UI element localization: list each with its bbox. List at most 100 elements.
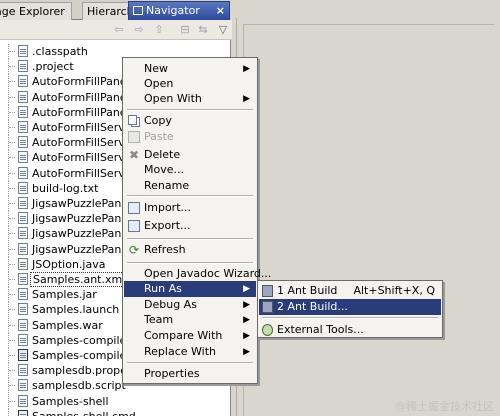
refresh-icon: ⟳ [128,243,140,257]
tree-item-label: Samples.launch [32,303,120,317]
menu-item-label: Replace With [144,345,216,358]
menu-item-label: Refresh [144,243,186,256]
tree-connector [9,370,15,372]
menu-item-refresh[interactable]: ⟳ Refresh [124,242,256,258]
menu-item-label: Export... [144,219,191,232]
java-file-icon [18,257,28,270]
menu-separator [127,262,253,264]
submenu-arrow-icon: ▶ [243,331,250,341]
menu-item-label: Open [144,77,174,90]
menu-item-paste[interactable]: Paste [124,129,256,145]
tree-item-label: samplesdb.script [32,379,126,393]
cmd-file-icon [18,409,28,416]
file-icon [18,333,28,346]
ant-icon [262,301,273,313]
menu-item-label: Copy [144,114,172,127]
submenu-item-label: 2 Ant Build... [277,300,348,313]
view-toolbar: ⇦ ⇨ ⇧ ⊟ ⇆ ▽ [0,20,232,40]
file-icon [18,212,28,225]
editor-frame [243,24,494,416]
paste-icon [128,131,140,143]
file-icon [18,60,28,73]
menu-item-open[interactable]: Open [124,76,256,92]
tree-connector [9,218,15,220]
file-icon [18,379,28,392]
tab-package-explorer-label: age Explorer [0,5,65,18]
up-icon[interactable]: ⇧ [152,23,166,37]
file-icon [18,303,28,316]
forward-icon[interactable]: ⇨ [132,23,146,37]
menu-item-export[interactable]: Export... [124,218,256,234]
menu-item-properties[interactable]: Properties [124,366,256,382]
file-icon [18,227,28,240]
file-icon [18,166,28,179]
tree-item[interactable]: Samples-shell.cmd [8,408,230,416]
file-icon [18,151,28,164]
menu-item-open-with[interactable]: Open With ▶ [124,91,256,107]
submenu-item-external-tools[interactable]: External Tools... [259,322,441,338]
submenu-item-label: External Tools... [277,323,364,336]
menu-item-delete[interactable]: ✖ Delete [124,147,256,163]
ant-icon [262,285,273,297]
submenu-item-label: 1 Ant Build [277,284,338,297]
menu-item-label: Rename [144,179,190,192]
tree-connector [9,66,15,68]
menu-item-new[interactable]: New ▶ [124,61,256,77]
tree-connector [9,233,15,235]
file-icon [18,394,28,407]
menu-item-compare-with[interactable]: Compare With ▶ [124,328,256,344]
menu-item-label: Move... [144,163,184,176]
tree-connector [9,127,15,128]
tree-connector [9,187,15,189]
submenu-item-2-ant-build[interactable]: 2 Ant Build... [259,299,441,315]
navigator-icon [133,6,143,15]
tree-item[interactable]: Samples-shell [8,393,230,409]
tab-hierarchy[interactable]: Hierarchy [82,2,129,20]
submenu-arrow-icon: ▶ [243,94,250,104]
view-menu-icon[interactable]: ▽ [216,23,230,37]
cmd-file-icon [18,349,28,361]
menu-item-label: New [144,62,168,75]
link-editor-icon[interactable]: ⇆ [196,23,210,37]
close-icon[interactable]: × [216,2,225,19]
submenu-item-1-ant-build[interactable]: 1 Ant Build Alt+Shift+X, Q [259,283,441,299]
back-icon[interactable]: ⇦ [112,23,126,37]
tab-navigator[interactable]: Navigator × [128,1,230,20]
tree-connector [9,324,15,326]
delete-icon: ✖ [128,148,140,162]
tree-item-label: Samples.ant.xml [30,272,129,287]
menu-item-label: Team [144,313,174,326]
menu-item-rename[interactable]: Rename [124,178,256,194]
tab-package-explorer[interactable]: age Explorer [0,2,72,20]
menu-item-replace-with[interactable]: Replace With ▶ [124,344,256,360]
collapse-all-icon[interactable]: ⊟ [178,23,192,37]
menu-item-copy[interactable]: Copy [124,113,256,129]
menu-item-label: Import... [144,201,191,214]
file-icon [18,90,28,103]
export-icon [128,220,140,232]
menu-item-label: Delete [144,148,181,161]
file-icon [18,121,28,133]
file-icon [18,45,28,57]
watermark: @稀土掘金技术社区 [395,400,494,413]
menu-item-run-as[interactable]: Run As ▶ [124,281,256,297]
menu-item-label: Properties [144,367,200,380]
file-icon [18,75,28,88]
tree-item-label: .classpath [32,45,88,58]
menu-item-move[interactable]: Move... [124,162,256,178]
submenu-arrow-icon: ▶ [243,315,250,325]
run-as-submenu: 1 Ant Build Alt+Shift+X, Q 2 Ant Build... E… [257,280,443,338]
menu-item-debug-as[interactable]: Debug As ▶ [124,297,256,313]
menu-item-open-javadoc-wizard[interactable]: Open Javadoc Wizard... [124,266,271,282]
menu-separator [127,238,253,240]
tree-item-label: Samples-shell [32,394,109,408]
menu-item-import[interactable]: Import... [124,200,256,216]
tree-connector [9,111,15,113]
tree-connector [9,294,15,296]
submenu-arrow-icon: ▶ [243,347,250,357]
tab-hierarchy-label: Hierarchy [87,5,128,18]
menu-item-team[interactable]: Team ▶ [124,312,256,328]
file-icon [18,105,28,118]
menu-item-label: Run As [144,282,182,295]
submenu-arrow-icon: ▶ [243,64,250,74]
